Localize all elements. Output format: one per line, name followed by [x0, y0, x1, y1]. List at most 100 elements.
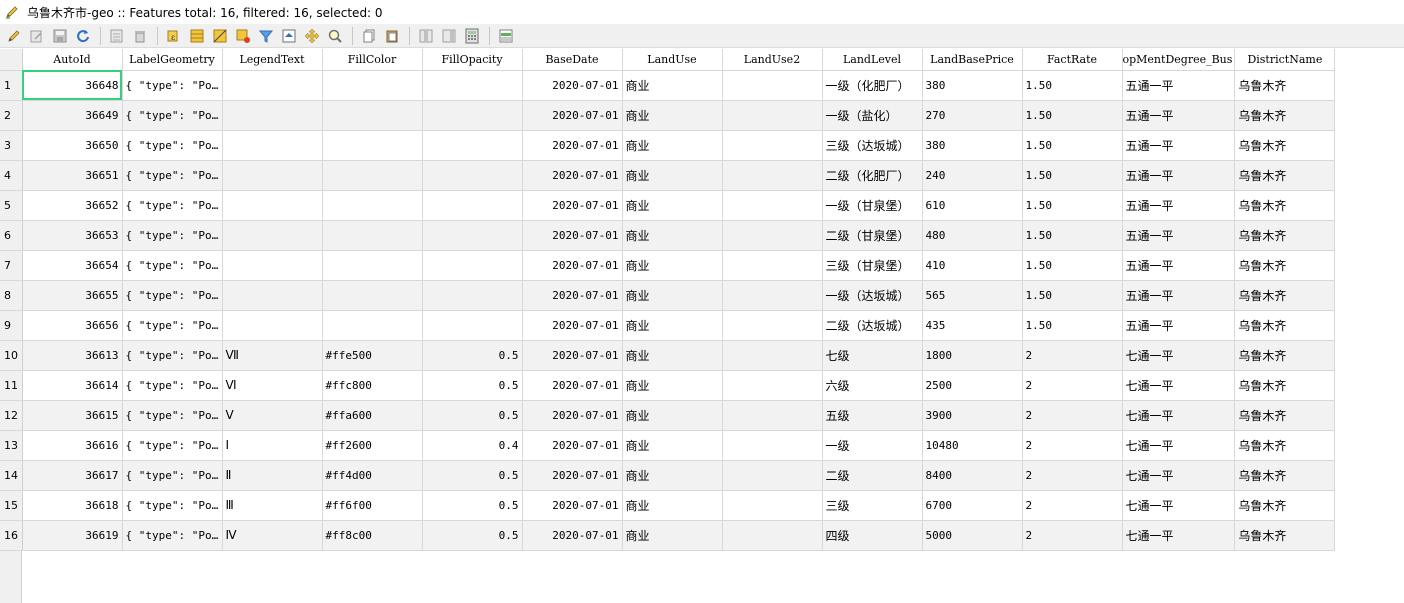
- zoom-to-selected-button[interactable]: [324, 25, 346, 47]
- district-name-cell[interactable]: 乌鲁木齐: [1234, 100, 1336, 131]
- land-use2-cell[interactable]: [722, 460, 823, 491]
- column-header[interactable]: FactRate: [1022, 49, 1123, 71]
- label-geometry-cell[interactable]: { "type": "Po…: [122, 130, 223, 161]
- base-date-cell[interactable]: 2020-07-01: [522, 460, 623, 491]
- development-degree-cell[interactable]: 五通一平: [1122, 130, 1236, 161]
- legend-text-cell[interactable]: [222, 70, 323, 101]
- delete-field-button[interactable]: [415, 25, 437, 47]
- toggle-editing-button[interactable]: [3, 25, 25, 47]
- auto-id-cell[interactable]: 36617: [22, 460, 123, 491]
- land-use2-cell[interactable]: [722, 430, 823, 461]
- fill-opacity-cell[interactable]: 0.5: [422, 400, 523, 431]
- row-number[interactable]: 2: [0, 100, 23, 131]
- legend-text-cell[interactable]: [222, 130, 323, 161]
- district-name-cell[interactable]: 乌鲁木齐: [1234, 280, 1336, 311]
- fill-opacity-cell[interactable]: 0.5: [422, 460, 523, 491]
- fact-rate-cell[interactable]: 2: [1022, 340, 1123, 371]
- district-name-cell[interactable]: 乌鲁木齐: [1234, 160, 1336, 191]
- legend-text-cell[interactable]: [222, 190, 323, 221]
- land-base-price-cell[interactable]: 380: [922, 130, 1023, 161]
- land-use2-cell[interactable]: [722, 280, 823, 311]
- land-level-cell[interactable]: 三级（甘泉堡）: [822, 250, 923, 281]
- table-row[interactable]: 5 36652{ "type": "Po… 2020-07-01 商业 一级（甘泉堡） 6…: [0, 190, 1336, 221]
- column-header[interactable]: LandBasePrice: [922, 49, 1023, 71]
- fill-color-cell[interactable]: [322, 250, 423, 281]
- row-number[interactable]: 5: [0, 190, 23, 221]
- land-level-cell[interactable]: 四级: [822, 520, 923, 551]
- fill-opacity-cell[interactable]: 0.5: [422, 370, 523, 401]
- base-date-cell[interactable]: 2020-07-01: [522, 430, 623, 461]
- land-use2-cell[interactable]: [722, 130, 823, 161]
- label-geometry-cell[interactable]: { "type": "Po…: [122, 310, 223, 341]
- fill-color-cell[interactable]: [322, 220, 423, 251]
- label-geometry-cell[interactable]: { "type": "Po…: [122, 190, 223, 221]
- fill-color-cell[interactable]: #ff4d00: [322, 460, 423, 491]
- land-level-cell[interactable]: 二级（化肥厂）: [822, 160, 923, 191]
- land-use-cell[interactable]: 商业: [622, 460, 723, 491]
- row-number[interactable]: 1: [0, 70, 23, 101]
- legend-text-cell[interactable]: [222, 280, 323, 311]
- land-use-cell[interactable]: 商业: [622, 220, 723, 251]
- fill-opacity-cell[interactable]: 0.4: [422, 430, 523, 461]
- development-degree-cell[interactable]: 五通一平: [1122, 70, 1236, 101]
- land-use-cell[interactable]: 商业: [622, 430, 723, 461]
- land-use-cell[interactable]: 商业: [622, 100, 723, 131]
- land-use-cell[interactable]: 商业: [622, 160, 723, 191]
- land-use-cell[interactable]: 商业: [622, 340, 723, 371]
- copy-rows-button[interactable]: [358, 25, 380, 47]
- row-number[interactable]: 12: [0, 400, 23, 431]
- base-date-cell[interactable]: 2020-07-01: [522, 370, 623, 401]
- fill-opacity-cell[interactable]: [422, 70, 523, 101]
- label-geometry-cell[interactable]: { "type": "Po…: [122, 160, 223, 191]
- fill-opacity-cell[interactable]: [422, 310, 523, 341]
- development-degree-cell[interactable]: 七通一平: [1122, 370, 1236, 401]
- base-date-cell[interactable]: 2020-07-01: [522, 400, 623, 431]
- base-date-cell[interactable]: 2020-07-01: [522, 490, 623, 521]
- land-base-price-cell[interactable]: 480: [922, 220, 1023, 251]
- legend-text-cell[interactable]: [222, 310, 323, 341]
- land-use2-cell[interactable]: [722, 520, 823, 551]
- fill-color-cell[interactable]: [322, 310, 423, 341]
- land-base-price-cell[interactable]: 8400: [922, 460, 1023, 491]
- base-date-cell[interactable]: 2020-07-01: [522, 100, 623, 131]
- auto-id-cell[interactable]: 36651: [22, 160, 123, 191]
- base-date-cell[interactable]: 2020-07-01: [522, 190, 623, 221]
- land-use-cell[interactable]: 商业: [622, 130, 723, 161]
- fill-opacity-cell[interactable]: [422, 280, 523, 311]
- table-row[interactable]: 7 36654{ "type": "Po… 2020-07-01 商业 三级（甘泉堡） 4…: [0, 250, 1336, 281]
- land-use2-cell[interactable]: [722, 160, 823, 191]
- fill-color-cell[interactable]: [322, 190, 423, 221]
- label-geometry-cell[interactable]: { "type": "Po…: [122, 340, 223, 371]
- filter-select-button[interactable]: [255, 25, 277, 47]
- land-base-price-cell[interactable]: 10480: [922, 430, 1023, 461]
- deselect-all-button[interactable]: [232, 25, 254, 47]
- land-base-price-cell[interactable]: 5000: [922, 520, 1023, 551]
- development-degree-cell[interactable]: 五通一平: [1122, 280, 1236, 311]
- land-use-cell[interactable]: 商业: [622, 70, 723, 101]
- row-number[interactable]: 7: [0, 250, 23, 281]
- table-row[interactable]: 9 36656{ "type": "Po… 2020-07-01 商业 二级（达坂城） 4…: [0, 310, 1336, 341]
- auto-id-cell[interactable]: 36616: [22, 430, 123, 461]
- land-level-cell[interactable]: 一级（甘泉堡）: [822, 190, 923, 221]
- land-use2-cell[interactable]: [722, 310, 823, 341]
- land-use-cell[interactable]: 商业: [622, 310, 723, 341]
- column-header[interactable]: AutoId: [22, 49, 123, 71]
- row-number[interactable]: 10: [0, 340, 23, 371]
- land-level-cell[interactable]: 二级: [822, 460, 923, 491]
- land-use-cell[interactable]: 商业: [622, 280, 723, 311]
- select-by-expression-button[interactable]: ε: [163, 25, 185, 47]
- land-base-price-cell[interactable]: 410: [922, 250, 1023, 281]
- label-geometry-cell[interactable]: { "type": "Po…: [122, 430, 223, 461]
- table-row[interactable]: 6 36653{ "type": "Po… 2020-07-01 商业 二级（甘泉堡） 4…: [0, 220, 1336, 251]
- land-base-price-cell[interactable]: 380: [922, 70, 1023, 101]
- auto-id-cell[interactable]: 36650: [22, 130, 123, 161]
- row-number[interactable]: 16: [0, 520, 23, 551]
- paste-features-button[interactable]: [381, 25, 403, 47]
- land-base-price-cell[interactable]: 6700: [922, 490, 1023, 521]
- development-degree-cell[interactable]: 七通一平: [1122, 520, 1236, 551]
- legend-text-cell[interactable]: Ⅳ: [222, 520, 323, 551]
- column-header[interactable]: DistrictName: [1234, 49, 1336, 71]
- fact-rate-cell[interactable]: 2: [1022, 370, 1123, 401]
- land-level-cell[interactable]: 一级（盐化）: [822, 100, 923, 131]
- fill-opacity-cell[interactable]: [422, 100, 523, 131]
